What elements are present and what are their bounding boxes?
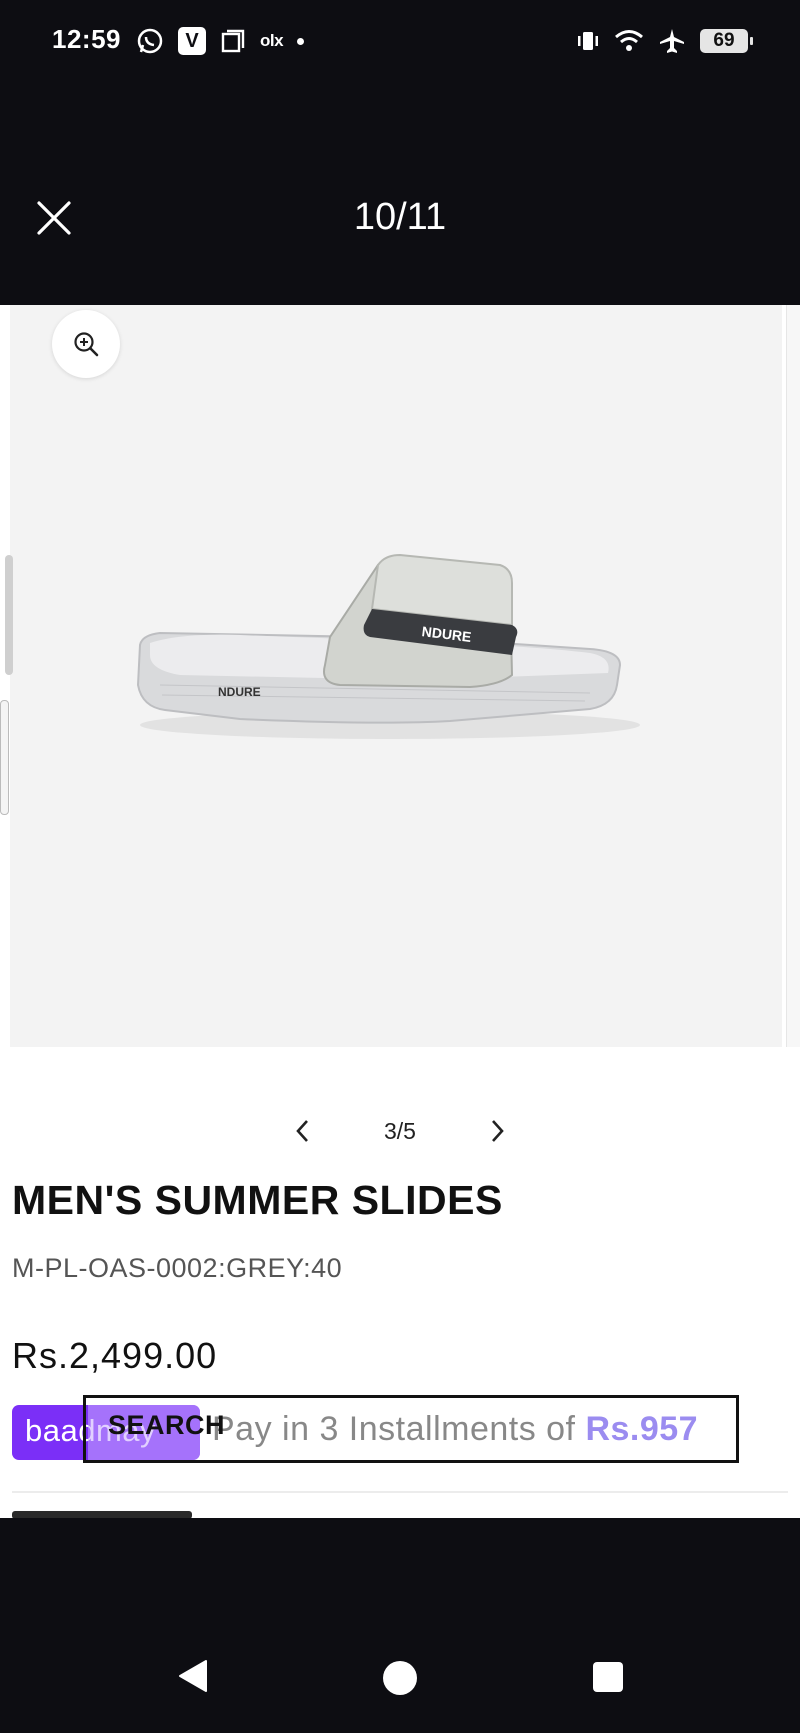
navigation-bar <box>0 1638 800 1733</box>
copy-icon <box>220 28 246 54</box>
v-app-icon: V <box>178 27 206 55</box>
vibrate-icon <box>576 29 600 53</box>
search-overlay-box[interactable]: SEARCH <box>83 1395 739 1463</box>
product-image-area[interactable]: NDURE NDURE <box>10 305 782 1047</box>
recents-icon[interactable] <box>593 1662 623 1692</box>
back-icon <box>179 1660 207 1692</box>
gallery-counter: 3/5 <box>384 1118 416 1144</box>
clipped-text-row <box>12 1511 192 1518</box>
olx-icon: olx <box>260 31 284 50</box>
prev-image-button[interactable] <box>292 1118 314 1144</box>
product-image: NDURE NDURE <box>136 553 640 739</box>
next-image-peek <box>786 305 800 1047</box>
svg-text:NDURE: NDURE <box>218 685 261 699</box>
status-right-icons: 69 <box>576 26 753 56</box>
home-icon[interactable] <box>383 1661 417 1695</box>
zoom-button[interactable] <box>52 310 120 378</box>
gallery-pager: 3/5 <box>0 1110 800 1150</box>
screen: 12:59 V olx 69 10/11 NDURE NDURE 3/5 MEN… <box>0 0 800 1733</box>
whatsapp-icon <box>136 27 164 55</box>
viewer-page-counter: 10/11 <box>353 196 447 238</box>
battery-icon: 69 <box>700 29 753 53</box>
back-button[interactable] <box>176 1658 208 1699</box>
next-image-button[interactable] <box>486 1118 508 1144</box>
status-time: 12:59 <box>52 24 121 54</box>
product-sku: M-PL-OAS-0002:GREY:40 <box>12 1253 343 1283</box>
viewer-header: 10/11 <box>0 80 800 305</box>
chevron-right-icon <box>492 1120 504 1142</box>
product-price: Rs.2,499.00 <box>12 1335 218 1376</box>
airplane-icon <box>658 27 686 55</box>
product-title: MEN'S SUMMER SLIDES <box>12 1177 503 1223</box>
chevron-left-icon <box>296 1120 308 1142</box>
edge-handle-secondary[interactable] <box>0 700 9 815</box>
screenshot-content: NDURE NDURE 3/5 MEN'S SUMMER SLIDES M-PL… <box>0 305 800 1518</box>
edge-handle[interactable] <box>5 555 13 675</box>
divider <box>12 1491 788 1493</box>
search-overlay-label: SEARCH <box>108 1410 226 1440</box>
status-left-icons: V olx <box>136 26 305 56</box>
battery-level: 69 <box>713 30 735 51</box>
status-bar: 12:59 V olx 69 <box>0 0 800 80</box>
dot-icon <box>297 37 305 45</box>
wifi-icon <box>614 29 644 53</box>
zoom-in-icon <box>74 332 99 357</box>
